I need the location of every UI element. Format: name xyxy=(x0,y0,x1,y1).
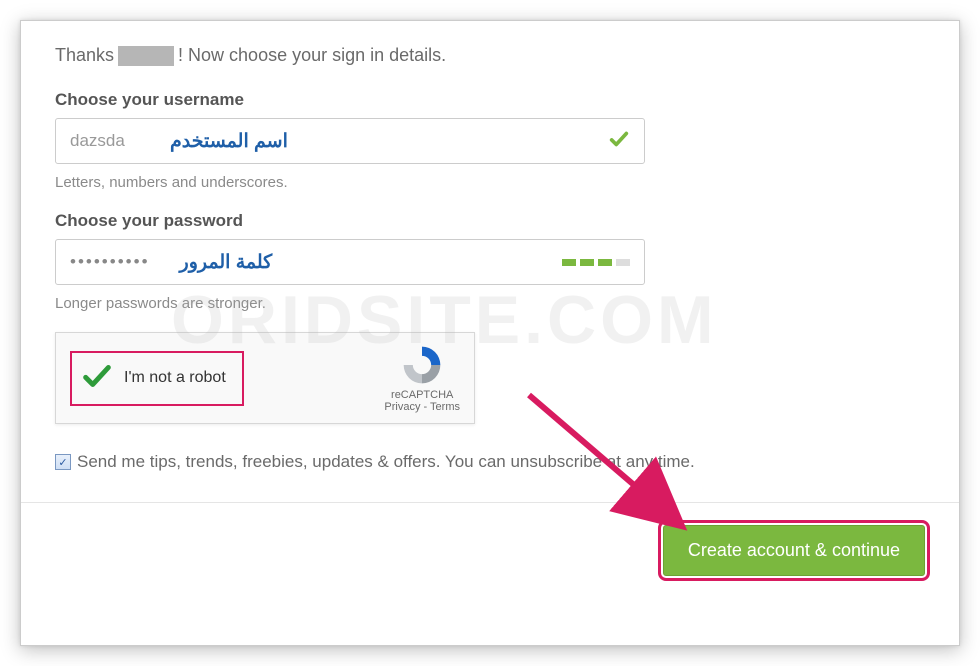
recaptcha-branding: reCAPTCHA Privacy - Terms xyxy=(384,343,460,413)
password-masked: •••••••••• xyxy=(70,252,150,272)
username-input[interactable]: dazsda اسم المستخدم xyxy=(55,118,645,164)
password-annotation-ar: كلمة المرور xyxy=(180,251,273,274)
marketing-optin-checkbox[interactable]: ✓ xyxy=(55,454,71,470)
password-strength-meter xyxy=(562,259,630,266)
greeting-prefix: Thanks xyxy=(55,45,114,66)
recaptcha-widget[interactable]: I'm not a robot reCAPTCHA Privacy - Term… xyxy=(55,332,475,424)
greeting-line: Thanks ! Now choose your sign in details… xyxy=(55,45,925,66)
recaptcha-links[interactable]: Privacy - Terms xyxy=(384,401,460,413)
checkmark-icon xyxy=(608,128,630,155)
password-hint: Longer passwords are stronger. xyxy=(55,295,925,312)
form-actions: Create account & continue xyxy=(55,525,925,576)
username-label: Choose your username xyxy=(55,90,925,110)
username-annotation-ar: اسم المستخدم xyxy=(170,130,288,153)
password-label: Choose your password xyxy=(55,211,925,231)
create-account-button[interactable]: Create account & continue xyxy=(663,525,925,576)
signup-panel: ORIDSITE.COM Thanks ! Now choose your si… xyxy=(20,20,960,646)
section-divider xyxy=(21,502,959,503)
marketing-optin-row: ✓ Send me tips, trends, freebies, update… xyxy=(55,452,925,472)
marketing-optin-label: Send me tips, trends, freebies, updates … xyxy=(77,452,695,472)
recaptcha-brand-text: reCAPTCHA xyxy=(384,389,460,401)
redacted-name xyxy=(118,46,174,66)
recaptcha-checkbox-highlight: I'm not a robot xyxy=(70,351,244,406)
greeting-suffix: ! Now choose your sign in details. xyxy=(178,45,446,66)
username-hint: Letters, numbers and underscores. xyxy=(55,174,925,191)
password-input[interactable]: •••••••••• كلمة المرور xyxy=(55,239,645,285)
recaptcha-label: I'm not a robot xyxy=(124,369,226,387)
recaptcha-logo-icon xyxy=(400,343,444,387)
username-value: dazsda xyxy=(70,131,140,151)
checkmark-icon xyxy=(80,359,114,398)
